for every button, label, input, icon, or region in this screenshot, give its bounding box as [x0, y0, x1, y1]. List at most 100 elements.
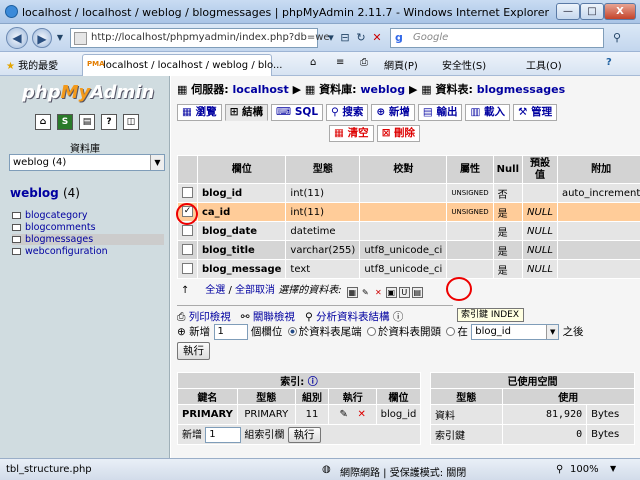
- edit-selected-icon[interactable]: ✎: [360, 288, 371, 299]
- table-icon: [12, 212, 21, 219]
- safety-menu[interactable]: 安全性(S): [442, 57, 486, 72]
- edit-icon[interactable]: ✎: [340, 409, 348, 420]
- tab-insert[interactable]: ⊕ 新增: [371, 104, 415, 121]
- zoom-level[interactable]: 100%: [570, 464, 599, 475]
- close-button[interactable]: X: [604, 3, 636, 20]
- tab-search[interactable]: ⚲ 搜索: [326, 104, 369, 121]
- row-checkbox[interactable]: [182, 244, 193, 256]
- tab-drop[interactable]: ⊠ 刪除: [376, 125, 421, 142]
- back-button[interactable]: ◀: [6, 27, 28, 49]
- search-input[interactable]: Google: [413, 32, 448, 43]
- table-link-blogcategory[interactable]: blogcategory: [12, 210, 88, 221]
- field-default: [522, 183, 558, 203]
- browser-tab[interactable]: PMA localhost / localhost / weblog / blo…: [82, 54, 282, 76]
- tab-sql[interactable]: ⌨ SQL: [271, 104, 324, 121]
- radio-at-end[interactable]: [287, 327, 297, 336]
- favorites-bar: ★ 我的最愛 PMA localhost / localhost / weblo…: [0, 52, 640, 76]
- add-fields-count-input[interactable]: 1: [213, 324, 248, 340]
- unique-icon[interactable]: U: [398, 287, 410, 298]
- tab-import[interactable]: ▥ 載入: [465, 104, 511, 121]
- radio-at-begin[interactable]: [367, 327, 377, 336]
- primary-key-icon[interactable]: ▣: [385, 287, 397, 298]
- browse-selected-icon[interactable]: ▦: [346, 287, 358, 298]
- drop-selected-icon[interactable]: ✕: [373, 288, 384, 299]
- search-box[interactable]: g Google: [390, 28, 604, 48]
- home-icon[interactable]: ⌂: [310, 57, 316, 68]
- table-icon: [12, 236, 21, 243]
- propose-structure-link[interactable]: 分析資料表結構: [316, 311, 390, 323]
- globe-icon: ◍: [322, 464, 331, 475]
- idx-keyname: PRIMARY: [177, 404, 238, 425]
- index-tooltip: 索引鍵 INDEX: [457, 308, 524, 322]
- col-extra: 附加: [556, 155, 640, 184]
- minimize-button[interactable]: —: [556, 3, 580, 20]
- table-link-blogcomments[interactable]: blogcomments: [12, 222, 96, 233]
- forward-button[interactable]: ▶: [32, 28, 52, 48]
- home-icon[interactable]: ⌂: [35, 114, 51, 130]
- zoom-icon[interactable]: ⚲: [556, 464, 563, 475]
- with-selected-label: 選擇的資料表:: [278, 285, 342, 296]
- phpmyadmin-logo[interactable]: phpMyAdmin: [22, 82, 154, 103]
- drop-icon[interactable]: ✕: [357, 409, 365, 420]
- add-go-button[interactable]: 執行: [177, 342, 210, 360]
- maximize-button[interactable]: □: [580, 3, 604, 20]
- table-row[interactable]: blog_message text utf8_unicode_ci 是 NULL: [177, 259, 640, 279]
- feeds-icon[interactable]: ≡: [336, 57, 344, 68]
- tab-empty[interactable]: ▦ 清空: [329, 125, 374, 142]
- chevron-down-icon[interactable]: ▼: [546, 325, 559, 339]
- docs-icon[interactable]: ?: [101, 114, 117, 130]
- table-row[interactable]: blog_date datetime 是 NULL: [177, 221, 640, 241]
- add-index-go-button[interactable]: 執行: [287, 427, 321, 443]
- database-label: 資料庫: [70, 144, 100, 155]
- radio-after[interactable]: [446, 327, 456, 336]
- print-icon[interactable]: ⎙: [360, 57, 368, 68]
- add-go-row: 執行: [177, 342, 210, 360]
- database-select[interactable]: weblog (4) ▼: [9, 154, 165, 171]
- stop-icon[interactable]: ✕: [368, 29, 386, 47]
- crumb-table[interactable]: blogmessages: [477, 83, 565, 96]
- after-suffix: 之後: [562, 326, 584, 338]
- check-all-link[interactable]: 全選: [205, 285, 225, 296]
- field-default: NULL: [522, 202, 558, 222]
- tab-browse[interactable]: ▦ 瀏覽: [177, 104, 222, 121]
- chevron-down-icon[interactable]: ▼: [150, 155, 164, 170]
- address-bar[interactable]: http://localhost/phpmyadmin/index.php?db…: [70, 28, 330, 48]
- zoom-dropdown-icon[interactable]: ▼: [610, 464, 616, 473]
- database-heading[interactable]: weblog (4): [10, 186, 80, 200]
- crumb-database[interactable]: weblog: [360, 83, 405, 96]
- sql-query-icon[interactable]: S: [57, 114, 73, 130]
- field-type: varchar(255): [285, 240, 361, 260]
- table-link-blogmessages[interactable]: blogmessages: [12, 234, 164, 245]
- search-go-icon[interactable]: ⚲: [608, 29, 626, 47]
- tools-menu[interactable]: 工具(O): [526, 57, 562, 72]
- index-icon[interactable]: ▤: [411, 287, 423, 298]
- table-row[interactable]: ✓ ca_id int(11) UNSIGNED 是 NULL: [177, 202, 640, 222]
- tab-export[interactable]: ▤ 輸出: [417, 104, 463, 121]
- crumb-server[interactable]: localhost: [233, 83, 289, 96]
- uncheck-all-link[interactable]: 全部取消: [235, 285, 275, 296]
- field-type: text: [285, 259, 361, 279]
- add-index-label: 新增: [182, 430, 202, 441]
- row-checkbox[interactable]: [182, 263, 193, 275]
- row-checkbox[interactable]: [182, 225, 193, 237]
- table-row[interactable]: blog_id int(11) UNSIGNED 否 auto_incremen…: [177, 183, 640, 203]
- row-checkbox[interactable]: [182, 187, 193, 199]
- address-input[interactable]: http://localhost/phpmyadmin/index.php?db…: [91, 32, 330, 43]
- add-index-count-input[interactable]: 1: [205, 427, 242, 443]
- col-attributes: 屬性: [446, 155, 494, 184]
- history-dropdown-icon[interactable]: ▼: [54, 29, 66, 47]
- help-icon[interactable]: ?: [606, 57, 612, 68]
- mysql-docs-icon[interactable]: ◫: [123, 114, 139, 130]
- after-field-select[interactable]: blog_id ▼: [471, 324, 560, 340]
- tab-structure[interactable]: ⊞ 結構: [224, 104, 269, 121]
- table-link-webconfiguration[interactable]: webconfiguration: [12, 246, 108, 257]
- print-view-link[interactable]: 列印檢視: [189, 311, 231, 323]
- tab-operations[interactable]: ⚒ 管理: [513, 104, 558, 121]
- sql-window-icon[interactable]: ▤: [79, 114, 95, 130]
- idx-type: PRIMARY: [236, 404, 296, 425]
- relation-view-link[interactable]: 關聯檢視: [253, 311, 295, 323]
- breadcrumb: ▦ 伺服器: localhost ▶ ▦ 資料庫: weblog ▶ ▦ 資料表…: [177, 83, 566, 96]
- page-menu[interactable]: 網頁(P): [384, 57, 418, 72]
- table-row[interactable]: blog_title varchar(255) utf8_unicode_ci …: [177, 240, 640, 260]
- favorites-button[interactable]: ★ 我的最愛: [6, 57, 58, 72]
